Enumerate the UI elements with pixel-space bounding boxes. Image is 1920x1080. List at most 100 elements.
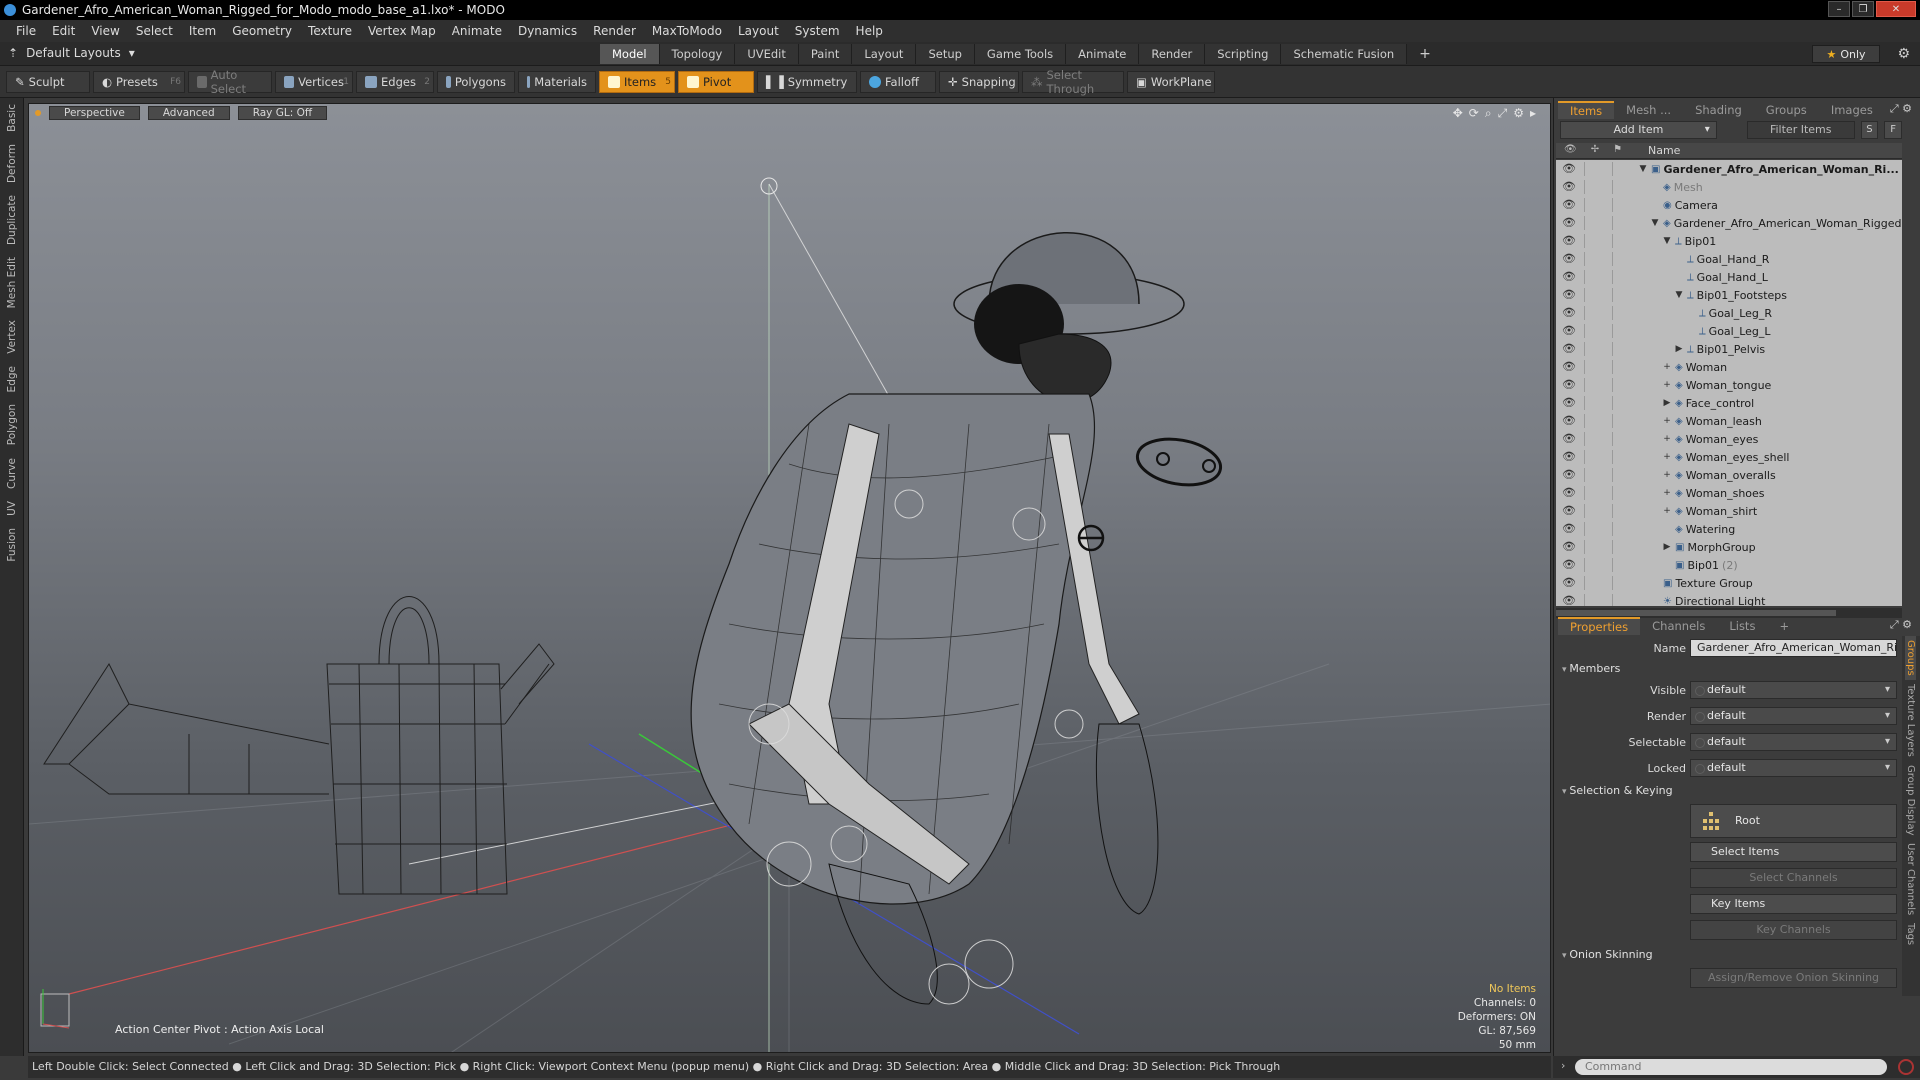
layout-selector[interactable]: ⇡ Default Layouts ▾ (8, 46, 135, 60)
menu-dynamics[interactable]: Dynamics (510, 24, 585, 38)
root-button[interactable]: Root (1690, 804, 1897, 838)
item-row[interactable]: 👁 ⟂ Goal_Leg_R (1556, 304, 1902, 322)
workplane-button[interactable]: ▣ WorkPlane (1127, 70, 1215, 93)
left-tab-basic[interactable]: Basic (6, 98, 18, 138)
item-row[interactable]: 👁 ▣ Texture Group (1556, 574, 1902, 592)
visibility-eye-icon[interactable]: 👁 (1562, 252, 1576, 266)
expand-toggle-icon[interactable]: + (1662, 416, 1672, 426)
visibility-eye-icon[interactable]: 👁 (1562, 360, 1576, 374)
tab-shading[interactable]: Shading (1683, 101, 1754, 119)
visibility-eye-icon[interactable]: 👁 (1562, 486, 1576, 500)
expand-toggle-icon[interactable]: ▼ (1674, 290, 1684, 300)
menu-select[interactable]: Select (128, 24, 181, 38)
tab-game-tools[interactable]: Game Tools (974, 44, 1067, 64)
visibility-eye-icon[interactable]: 👁 (1562, 324, 1576, 338)
visibility-eye-icon[interactable]: 👁 (1562, 162, 1576, 176)
name-field[interactable]: Gardener_Afro_American_Woman_Rigged (1690, 639, 1897, 657)
visibility-eye-icon[interactable]: 👁 (1562, 558, 1576, 572)
item-row[interactable]: 👁 ⟂ Goal_Hand_R (1556, 250, 1902, 268)
panel-expand-icon[interactable]: ⤢ ⚙ (1890, 102, 1912, 116)
items-button[interactable]: Items 5 (599, 70, 675, 93)
visibility-eye-icon[interactable]: 👁 (1562, 576, 1576, 590)
item-row[interactable]: 👁 + ◈ Woman_overalls (1556, 466, 1902, 484)
expand-toggle-icon[interactable]: ▼ (1638, 164, 1648, 174)
item-row[interactable]: 👁 ▼ ⟂ Bip01 (1556, 232, 1902, 250)
members-section[interactable]: Members (1562, 662, 1620, 675)
close-button[interactable]: ✕ (1876, 1, 1916, 17)
menu-geometry[interactable]: Geometry (224, 24, 300, 38)
zoom-view-icon[interactable]: ⌕ (1485, 106, 1492, 121)
menu-maxtomodo[interactable]: MaxToModo (644, 24, 730, 38)
item-row[interactable]: 👁 ▣ Bip01 (2) (1556, 556, 1902, 574)
tab-render[interactable]: Render (1139, 44, 1206, 64)
expand-icon[interactable]: ⇡ (8, 46, 18, 60)
visibility-eye-icon[interactable]: 👁 (1562, 288, 1576, 302)
item-row[interactable]: 👁 ▼ ◈ Gardener_Afro_American_Woman_Rigged (1556, 214, 1902, 232)
item-row[interactable]: 👁 ⟂ Goal_Hand_L (1556, 268, 1902, 286)
key-items-button[interactable]: Key Items (1690, 894, 1897, 914)
expand-toggle-icon[interactable]: + (1662, 452, 1672, 462)
expand-toggle-icon[interactable]: ▶ (1662, 542, 1672, 552)
vertices-button[interactable]: Vertices 1 (275, 70, 353, 93)
visibility-eye-icon[interactable]: 👁 (1562, 540, 1576, 554)
render-header-icon[interactable]: ⚑ (1613, 144, 1622, 155)
visibility-eye-icon[interactable]: 👁 (1562, 432, 1576, 446)
item-row[interactable]: 👁 ▶ ◈ Face_control (1556, 394, 1902, 412)
move-view-icon[interactable]: ✥ (1453, 106, 1463, 121)
record-macro-icon[interactable] (1898, 1059, 1914, 1075)
name-column-header[interactable]: Name (1648, 144, 1680, 157)
tab-animate[interactable]: Animate (1066, 44, 1140, 64)
visibility-eye-icon[interactable]: 👁 (1562, 306, 1576, 320)
tab-groups[interactable]: Groups (1754, 101, 1819, 119)
visibility-header-icon[interactable]: 👁 (1564, 144, 1577, 155)
tab-lists[interactable]: Lists (1717, 617, 1767, 635)
only-button[interactable]: ★ Only (1812, 45, 1880, 63)
visible-dropdown[interactable]: default (1690, 681, 1897, 699)
tab-uvedit[interactable]: UVEdit (735, 44, 799, 64)
lock-header-icon[interactable]: ✢ (1591, 144, 1599, 155)
left-tab-uv[interactable]: UV (6, 495, 18, 522)
frame-view-icon[interactable]: ⤢ (1498, 106, 1508, 121)
expand-toggle-icon[interactable]: ▼ (1650, 218, 1660, 228)
menu-item[interactable]: Item (181, 24, 224, 38)
expand-toggle-icon[interactable]: + (1662, 434, 1672, 444)
left-tab-deform[interactable]: Deform (6, 138, 18, 189)
menu-render[interactable]: Render (585, 24, 644, 38)
item-row[interactable]: 👁 + ◈ Woman_tongue (1556, 376, 1902, 394)
left-tab-fusion[interactable]: Fusion (6, 522, 18, 568)
side-tab-groups[interactable]: Groups (1905, 636, 1916, 680)
expand-toggle-icon[interactable]: + (1662, 380, 1672, 390)
visibility-eye-icon[interactable]: 👁 (1562, 198, 1576, 212)
tab-properties[interactable]: Properties (1558, 617, 1641, 635)
menu-vertex-map[interactable]: Vertex Map (360, 24, 444, 38)
filter-f-button[interactable]: F (1884, 121, 1902, 139)
select-items-button[interactable]: Select Items (1690, 842, 1897, 862)
raygl-dropdown[interactable]: Ray GL: Off (237, 106, 328, 120)
item-row[interactable]: 👁 ▼ ⟂ Bip01_Footsteps (1556, 286, 1902, 304)
item-row[interactable]: 👁 + ◈ Woman_eyes (1556, 430, 1902, 448)
view-type-dropdown[interactable]: Perspective (49, 106, 140, 120)
gear-icon[interactable]: ⚙ (1897, 46, 1910, 62)
render-dropdown[interactable]: default (1690, 707, 1897, 725)
left-tab-mesh-edit[interactable]: Mesh Edit (6, 251, 18, 314)
item-row[interactable]: 👁 ▶ ▣ MorphGroup (1556, 538, 1902, 556)
add-properties-tab[interactable]: + (1767, 617, 1801, 635)
search-s-button[interactable]: S (1860, 121, 1879, 139)
item-row[interactable]: 👁 ◉ Camera (1556, 196, 1902, 214)
side-tab-user-channels[interactable]: User Channels (1905, 839, 1916, 919)
selection-keying-section[interactable]: Selection & Keying (1562, 784, 1672, 797)
left-tab-curve[interactable]: Curve (6, 452, 18, 495)
expand-toggle-icon[interactable]: ▶ (1674, 344, 1684, 354)
command-input[interactable]: Command (1575, 1059, 1887, 1075)
add-tab-button[interactable]: + (1407, 44, 1443, 64)
add-item-button[interactable]: Add Item (1560, 121, 1717, 139)
key-channels-button[interactable]: Key Channels (1690, 920, 1897, 940)
visibility-eye-icon[interactable]: 👁 (1562, 216, 1576, 230)
visibility-eye-icon[interactable]: 👁 (1562, 468, 1576, 482)
tab-mesh[interactable]: Mesh ... (1614, 101, 1683, 119)
menu-file[interactable]: File (8, 24, 44, 38)
viewport-scene[interactable] (29, 104, 1551, 1053)
side-tab-texture-layers[interactable]: Texture Layers (1905, 680, 1916, 761)
visibility-eye-icon[interactable]: 👁 (1562, 522, 1576, 536)
menu-help[interactable]: Help (848, 24, 891, 38)
